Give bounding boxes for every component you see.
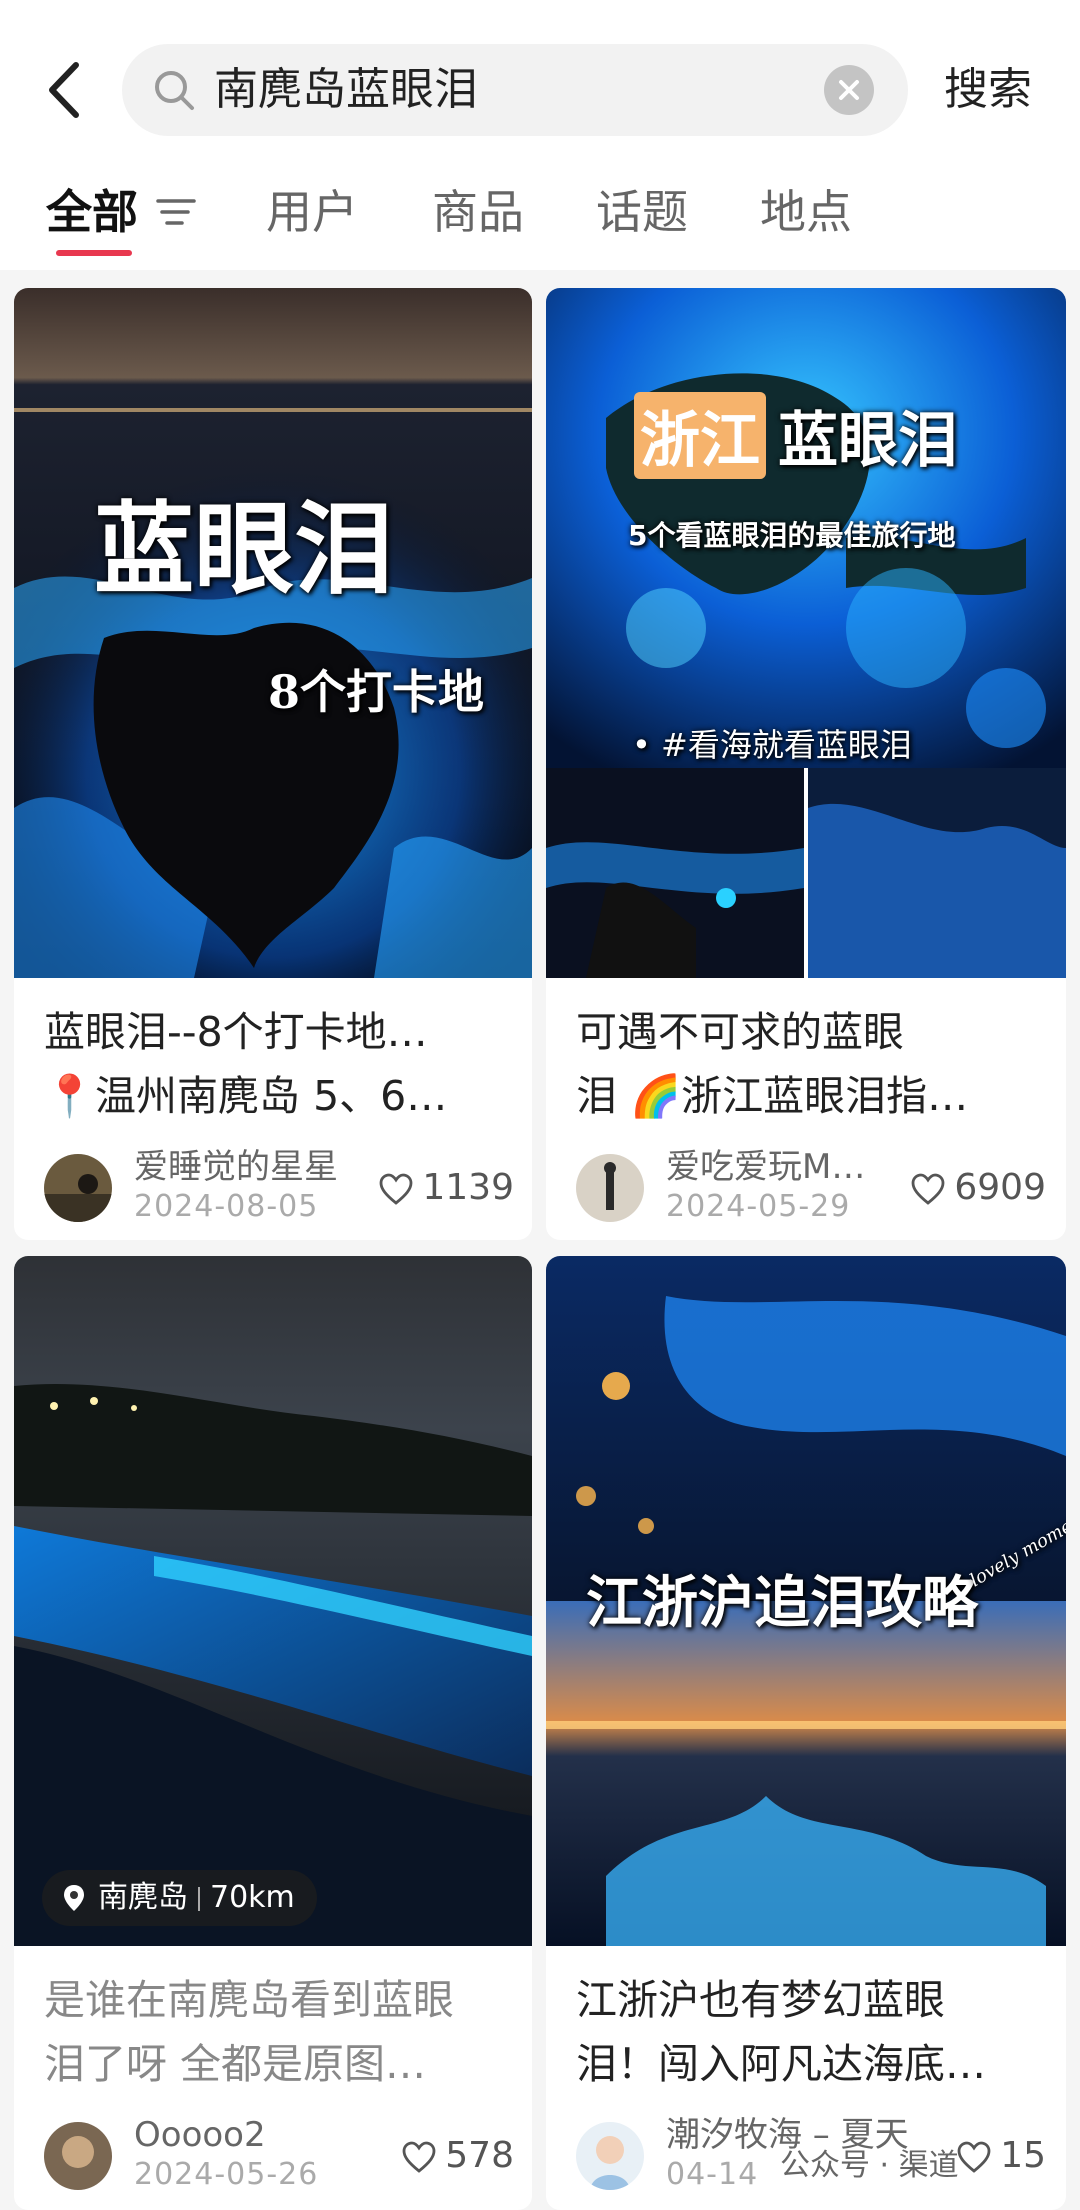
location-name: 南麂岛 (98, 1880, 188, 1915)
cover-title: 蓝眼泪 (94, 490, 394, 608)
avatar[interactable] (576, 1154, 644, 1222)
post-meta: Ooooo2 2024-05-26 578 (44, 2114, 514, 2194)
heart-icon (402, 2141, 436, 2173)
active-tab-indicator (56, 250, 132, 256)
tab-users[interactable]: 用户 (266, 172, 358, 252)
avatar[interactable] (576, 2122, 644, 2190)
post-date: 2024-08-05 (134, 1189, 319, 1224)
post-title: 是谁在南麂岛看到蓝眼 泪了呀 全都是原图… (44, 1976, 454, 2088)
cover-title: 蓝眼泪 (778, 406, 958, 476)
cover-title-highlight: 浙江 (634, 392, 766, 479)
like-count[interactable]: 15 (956, 2132, 1046, 2180)
watermark: 公众号 · 渠道 (780, 2148, 959, 2183)
post-cover-image: 蓝眼泪 8个打卡地 (14, 288, 532, 978)
post-meta: 爱睡觉的星星 2024-08-05 1139 (44, 1146, 514, 1226)
tab-places[interactable]: 地点 (760, 172, 852, 252)
like-count[interactable]: 6909 (910, 1164, 1046, 1212)
cover-hashtag: • #看海就看蓝眼泪 (632, 726, 912, 764)
post-card[interactable]: 南麂岛 70km 是谁在南麂岛看到蓝眼 泪了呀 全都是原图… Ooooo2 202… (14, 1256, 532, 2210)
cover-subtitle: 8个打卡地 (268, 665, 485, 719)
like-count[interactable]: 578 (401, 2132, 514, 2180)
post-date: 2024-05-29 (666, 1189, 851, 1224)
search-icon (155, 71, 194, 110)
author-name[interactable]: 爱吃爱玩M… (666, 1146, 865, 1188)
tab-all[interactable]: 全部 (46, 172, 138, 252)
post-card[interactable]: 浙江 蓝眼泪 5个看蓝眼泪的最佳旅行地 • #看海就看蓝眼泪 可遇不可求的蓝眼 … (546, 288, 1066, 1240)
post-date: 04-14 (666, 2157, 759, 2192)
post-meta: 爱吃爱玩M… 2024-05-29 6909 (576, 1146, 1046, 1226)
heart-icon (379, 1173, 413, 1205)
search-query: 南麂岛蓝眼泪 (214, 64, 478, 115)
clear-search-button[interactable] (824, 65, 874, 115)
post-title: 蓝眼泪--8个打卡地… 📍温州南麂岛 5、6… (44, 1008, 448, 1120)
author-name[interactable]: Ooooo2 (134, 2114, 266, 2156)
cover-subtitle: 5个看蓝眼泪的最佳旅行地 (628, 519, 956, 552)
close-icon (839, 80, 859, 100)
cover-title: 江浙沪追泪攻略 (586, 1570, 978, 1636)
filter-icon[interactable] (156, 196, 196, 228)
post-cover-image: 南麂岛 70km (14, 1256, 532, 1946)
location-pin-icon (64, 1885, 84, 1911)
back-button[interactable] (40, 55, 90, 125)
post-title: 江浙沪也有梦幻蓝眼 泪！闯入阿凡达海底… (576, 1976, 986, 2088)
post-card[interactable]: 江浙沪追泪攻略 lovely moments 江浙沪也有梦幻蓝眼 泪！闯入阿凡达… (546, 1256, 1066, 2210)
heart-icon (957, 2141, 991, 2173)
back-arrow-icon (49, 62, 79, 118)
search-button[interactable]: 搜索 (944, 52, 1032, 128)
post-date: 2024-05-26 (134, 2157, 319, 2192)
avatar[interactable] (44, 2122, 112, 2190)
post-card[interactable]: 蓝眼泪 8个打卡地 蓝眼泪--8个打卡地… 📍温州南麂岛 5、6… 爱睡觉的星星… (14, 288, 532, 1240)
top-bar: 南麂岛蓝眼泪 搜索 全部 用户 商品 话题 地点 (0, 0, 1080, 270)
search-input[interactable]: 南麂岛蓝眼泪 (122, 44, 908, 136)
post-cover-image: 江浙沪追泪攻略 lovely moments (546, 1256, 1066, 1946)
location-distance: 70km (210, 1880, 295, 1915)
avatar[interactable] (44, 1154, 112, 1222)
tab-products[interactable]: 商品 (432, 172, 524, 252)
author-name[interactable]: 爱睡觉的星星 (134, 1146, 338, 1188)
filter-tabs: 全部 用户 商品 话题 地点 (0, 172, 1080, 262)
divider (198, 1886, 200, 1911)
heart-icon (911, 1173, 945, 1205)
location-badge[interactable]: 南麂岛 70km (42, 1870, 317, 1926)
post-cover-image: 浙江 蓝眼泪 5个看蓝眼泪的最佳旅行地 • #看海就看蓝眼泪 (546, 288, 1066, 978)
tab-topics[interactable]: 话题 (596, 172, 688, 252)
like-count[interactable]: 1139 (378, 1164, 514, 1212)
post-title: 可遇不可求的蓝眼 泪 🌈浙江蓝眼泪指… (576, 1008, 969, 1120)
